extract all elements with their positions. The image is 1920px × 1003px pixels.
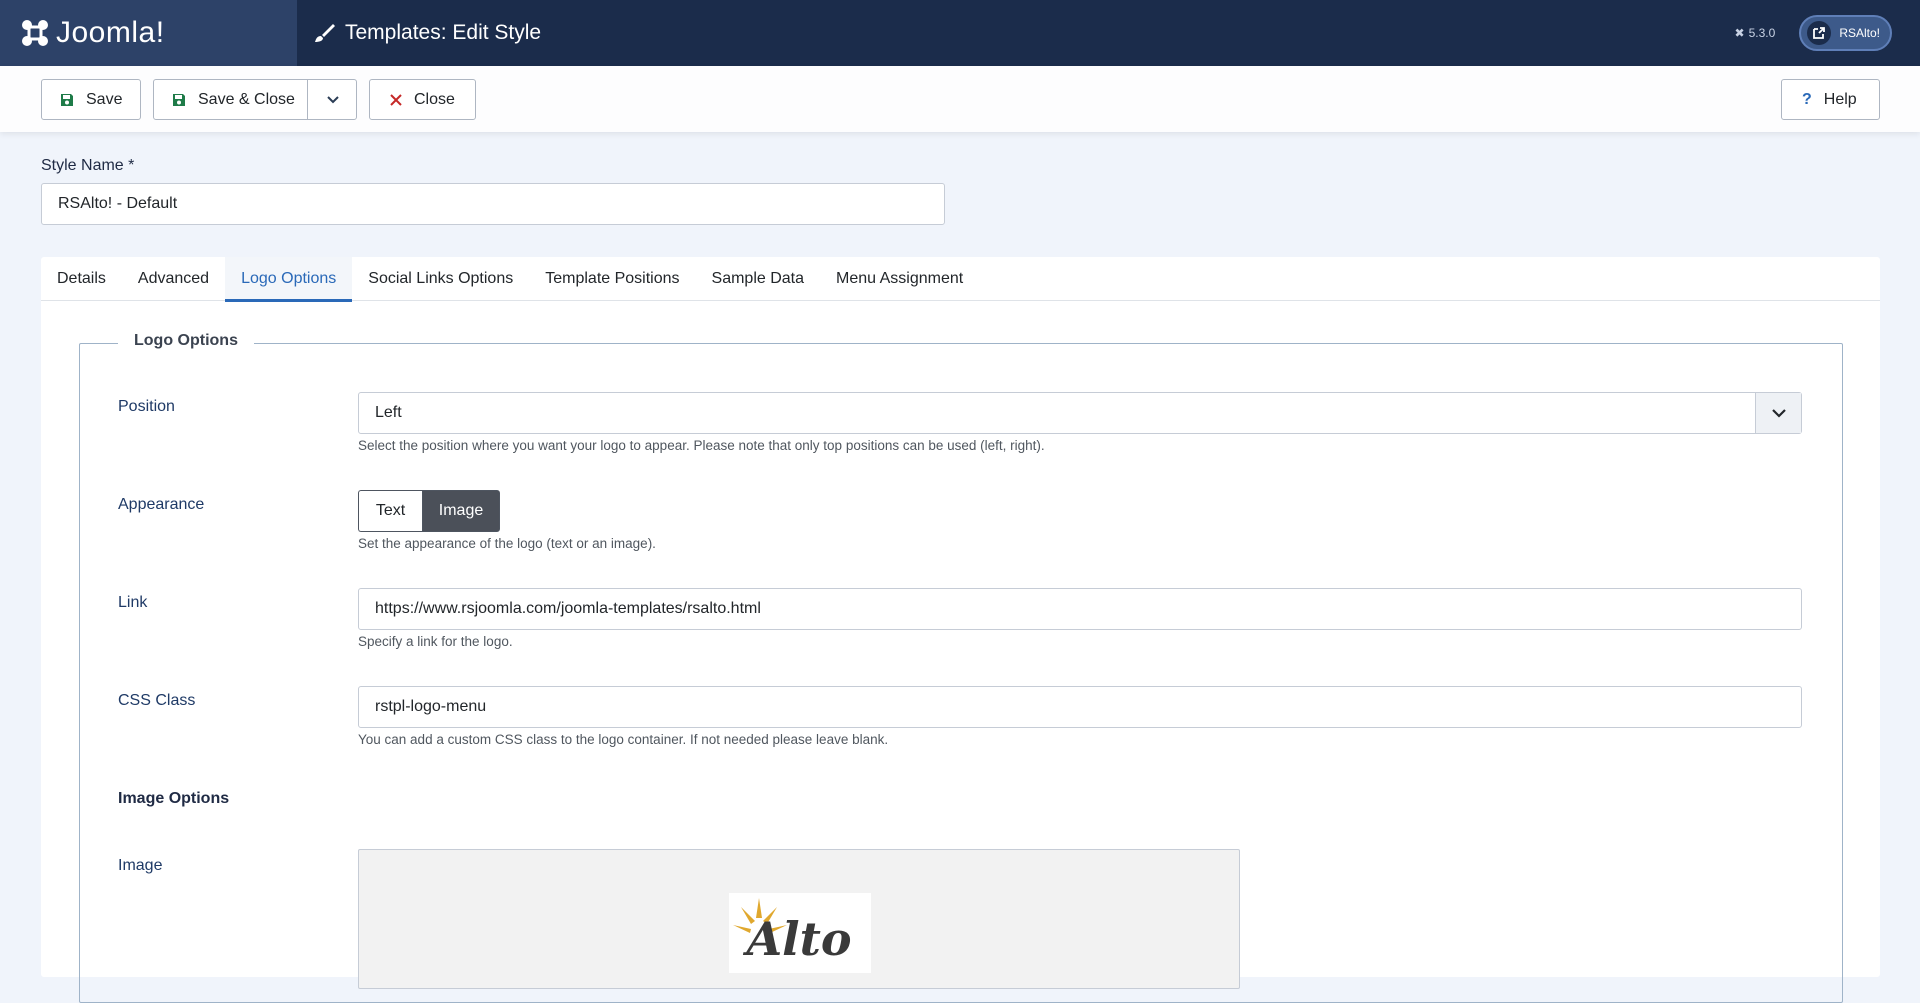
- fieldset-legend: Logo Options: [118, 332, 254, 350]
- position-label: Position: [118, 398, 175, 415]
- style-name-label: Style Name *: [41, 157, 135, 174]
- site-name: RSAlto!: [1839, 26, 1880, 40]
- css-class-input[interactable]: rstpl-logo-menu: [358, 686, 1802, 728]
- tab-template-positions[interactable]: Template Positions: [529, 257, 695, 301]
- joomla-icon: [22, 20, 48, 46]
- tab-advanced[interactable]: Advanced: [122, 257, 225, 301]
- help-button[interactable]: ? Help: [1781, 79, 1880, 120]
- appearance-label: Appearance: [118, 496, 205, 513]
- style-name-input[interactable]: RSAlto! - Default: [41, 183, 945, 225]
- style-name-value: RSAlto! - Default: [58, 195, 178, 212]
- logo-image: Alto: [729, 893, 871, 973]
- view-site-button[interactable]: RSAlto!: [1799, 15, 1892, 51]
- tab-logo-options[interactable]: Logo Options: [225, 257, 353, 302]
- close-button[interactable]: Close: [369, 79, 476, 120]
- joomla-logo[interactable]: Joomla!: [0, 0, 297, 66]
- tab-details[interactable]: Details: [41, 257, 122, 301]
- page-title: Templates: Edit Style: [313, 21, 541, 45]
- position-description: Select the position where you want your …: [358, 438, 1045, 453]
- brush-icon: [315, 24, 335, 42]
- link-description: Specify a link for the logo.: [358, 634, 513, 649]
- link-label: Link: [118, 594, 148, 611]
- question-icon: ?: [1802, 90, 1812, 108]
- position-select[interactable]: Left: [358, 392, 1802, 434]
- save-button[interactable]: Save: [41, 79, 141, 120]
- image-label: Image: [118, 857, 163, 874]
- page-title-text: Templates: Edit Style: [345, 21, 542, 44]
- save-label: Save: [86, 90, 123, 108]
- logo-image-text: Alto: [742, 912, 851, 966]
- chevron-down-icon: [326, 95, 339, 103]
- position-selected-value: Left: [375, 404, 402, 421]
- floppy-disk-icon: [61, 93, 73, 106]
- link-input[interactable]: https://www.rsjoomla.com/joomla-template…: [358, 588, 1802, 630]
- version-text: 5.3.0: [1748, 26, 1776, 40]
- css-class-label: CSS Class: [118, 692, 196, 709]
- save-options-dropdown-button[interactable]: [308, 80, 357, 119]
- tab-sample-data[interactable]: Sample Data: [696, 257, 821, 301]
- sun-logo-graphic: Alto: [733, 898, 852, 966]
- tab-bar: Details Advanced Logo Options Social Lin…: [41, 257, 1880, 302]
- select-caret[interactable]: [1755, 393, 1801, 433]
- appearance-switcher: Text Image: [358, 490, 500, 532]
- link-value: https://www.rsjoomla.com/joomla-template…: [375, 600, 761, 617]
- tab-menu-assignment[interactable]: Menu Assignment: [820, 257, 979, 301]
- image-preview[interactable]: Alto: [358, 849, 1240, 989]
- close-label: Close: [414, 90, 455, 108]
- header-bar: Joomla! Templates: Edit Style ✖ 5.3.0 RS…: [0, 0, 1920, 66]
- tab-social-links-options[interactable]: Social Links Options: [352, 257, 529, 301]
- appearance-description: Set the appearance of the logo (text or …: [358, 536, 656, 551]
- version-indicator: ✖ 5.3.0: [1735, 26, 1776, 40]
- image-options-heading: Image Options: [118, 790, 230, 807]
- toolbar: Save Save & Close Close ? Help: [0, 66, 1920, 132]
- chevron-down-icon: [1771, 409, 1786, 418]
- appearance-option-text[interactable]: Text: [358, 490, 422, 532]
- help-label: Help: [1823, 90, 1857, 108]
- save-close-button-group[interactable]: Save & Close: [153, 79, 357, 120]
- external-link-icon: [1807, 21, 1832, 45]
- close-icon: [390, 93, 402, 106]
- floppy-disk-icon: [173, 93, 185, 106]
- save-close-label[interactable]: Save & Close: [198, 91, 295, 109]
- brand-text: Joomla!: [56, 16, 165, 49]
- appearance-option-image[interactable]: Image: [422, 490, 500, 532]
- joomla-small-icon: ✖: [1734, 26, 1745, 40]
- css-class-value: rstpl-logo-menu: [375, 698, 487, 715]
- css-class-description: You can add a custom CSS class to the lo…: [358, 732, 889, 747]
